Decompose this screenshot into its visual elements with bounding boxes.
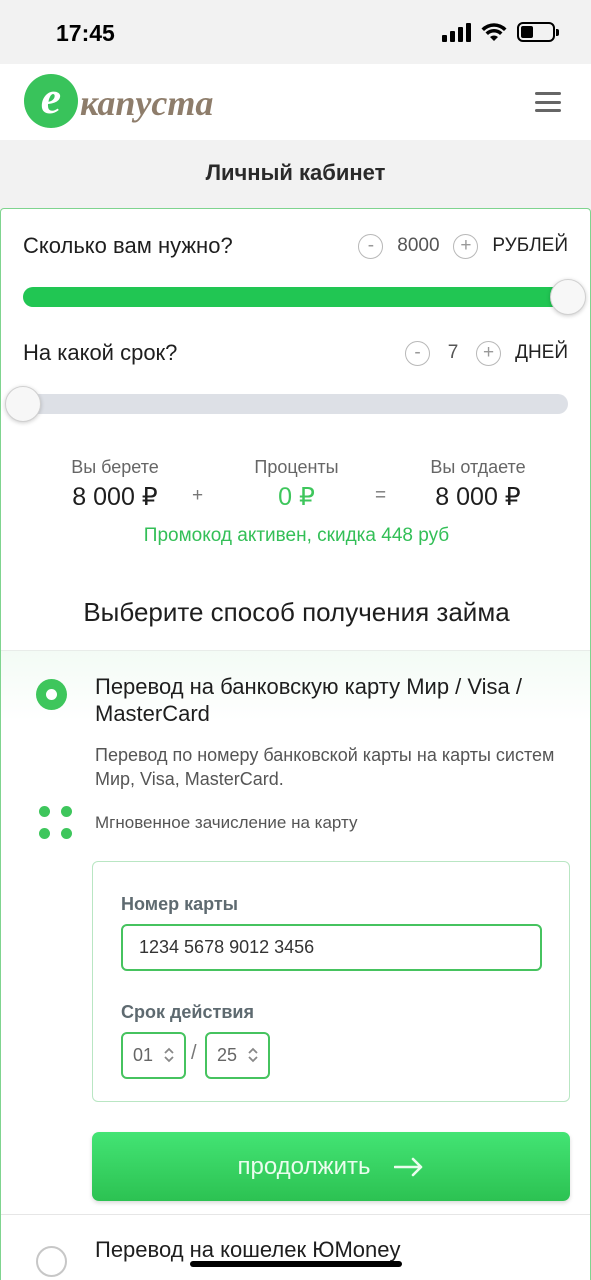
- logo-mark: е: [24, 74, 78, 128]
- term-label: На какой срок?: [23, 340, 178, 365]
- status-icons: [442, 22, 559, 42]
- wifi-icon: [481, 23, 507, 41]
- amount-row: Сколько вам нужно? - 8000 + РУБЛЕЙ: [23, 231, 568, 261]
- chevron-updown-icon: [164, 1047, 174, 1063]
- summary-equals: =: [375, 485, 387, 506]
- expiry-year-select[interactable]: 25: [205, 1032, 270, 1079]
- summary-return-value: 8 000 ₽: [435, 483, 521, 511]
- loan-card: Сколько вам нужно? - 8000 + РУБЛЕЙ На ка…: [0, 208, 591, 1280]
- amount-plus-button[interactable]: +: [453, 233, 479, 259]
- arrow-right-icon: [394, 1157, 423, 1176]
- payout-section-title: Выберите способ получения займа: [83, 597, 510, 627]
- amount-slider-thumb[interactable]: [550, 279, 586, 315]
- summary-interest-label: Проценты: [254, 457, 339, 477]
- term-row: На какой срок? - 7 + ДНЕЙ: [23, 338, 568, 368]
- amount-label: Сколько вам нужно?: [23, 233, 233, 258]
- amount-stepper: - 8000 + РУБЛЕЙ: [358, 233, 568, 259]
- term-unit: ДНЕЙ: [515, 342, 568, 363]
- term-value: 7: [447, 342, 459, 363]
- card-form: Номер карты 1234 5678 9012 3456 Срок дей…: [92, 861, 570, 1102]
- logo-text: капуста: [80, 83, 214, 123]
- logo[interactable]: е капуста: [24, 74, 213, 128]
- amount-unit: РУБЛЕЙ: [492, 235, 568, 256]
- battery-icon: [517, 22, 559, 42]
- summary-take-label: Вы берете: [71, 457, 159, 477]
- continue-button[interactable]: продолжить: [92, 1132, 570, 1201]
- expiry-separator: /: [191, 1042, 197, 1064]
- continue-button-label: продолжить: [237, 1152, 371, 1180]
- card-option-description: Перевод по номеру банковской карты на ка…: [95, 745, 555, 789]
- page-title: Личный кабинет: [205, 160, 386, 185]
- status-bar: 17:45: [0, 0, 591, 64]
- term-minus-button[interactable]: -: [405, 340, 431, 366]
- term-stepper: - 7 + ДНЕЙ: [405, 340, 568, 366]
- summary-take: Вы берете 8 000 ₽: [53, 457, 177, 512]
- yoomoney-option-title: Перевод на кошелек ЮMoney: [95, 1237, 401, 1262]
- summary-interest: Проценты 0 ₽: [239, 457, 354, 512]
- amount-slider-fill: [23, 287, 568, 307]
- card-number-input[interactable]: 1234 5678 9012 3456: [121, 924, 542, 971]
- home-indicator: [190, 1261, 402, 1267]
- radio-selected-icon[interactable]: [36, 679, 67, 710]
- card-option-title: Перевод на банковскую карту Мир / Visa /…: [95, 674, 523, 726]
- summary-take-value: 8 000 ₽: [72, 483, 158, 511]
- status-time: 17:45: [56, 20, 115, 46]
- summary-plus: +: [192, 485, 204, 506]
- summary-return: Вы отдаете 8 000 ₽: [416, 457, 540, 512]
- payout-option-card[interactable]: Перевод на банковскую карту Мир / Visa /…: [1, 650, 590, 1214]
- site-header: е капуста: [0, 64, 591, 140]
- amount-slider[interactable]: [23, 279, 586, 315]
- promo-status: Промокод активен, скидка 448 руб: [143, 525, 450, 546]
- chevron-updown-icon: [248, 1047, 258, 1063]
- card-number-label: Номер карты: [121, 894, 239, 914]
- loan-summary: Вы берете 8 000 ₽ + Проценты 0 ₽ = Вы от…: [1, 457, 590, 517]
- expiry-label: Срок действия: [121, 1002, 254, 1022]
- signal-icon: [442, 22, 471, 42]
- radio-unselected-icon[interactable]: [36, 1246, 67, 1277]
- expiry-year-value: 25: [217, 1045, 238, 1065]
- menu-icon[interactable]: [535, 92, 561, 112]
- summary-interest-value: 0 ₽: [278, 483, 315, 511]
- summary-return-label: Вы отдаете: [430, 457, 526, 477]
- expiry-month-value: 01: [133, 1045, 154, 1065]
- dots-icon: [39, 806, 73, 840]
- amount-value: 8000: [397, 235, 440, 256]
- term-plus-button[interactable]: +: [476, 340, 502, 366]
- expiry-month-select[interactable]: 01: [121, 1032, 186, 1079]
- term-slider-thumb[interactable]: [5, 386, 41, 422]
- amount-minus-button[interactable]: -: [358, 233, 384, 259]
- card-option-feature: Мгновенное зачисление на карту: [95, 813, 358, 832]
- term-slider[interactable]: [5, 386, 568, 422]
- payout-option-yoomoney[interactable]: Перевод на кошелек ЮMoney: [1, 1214, 590, 1280]
